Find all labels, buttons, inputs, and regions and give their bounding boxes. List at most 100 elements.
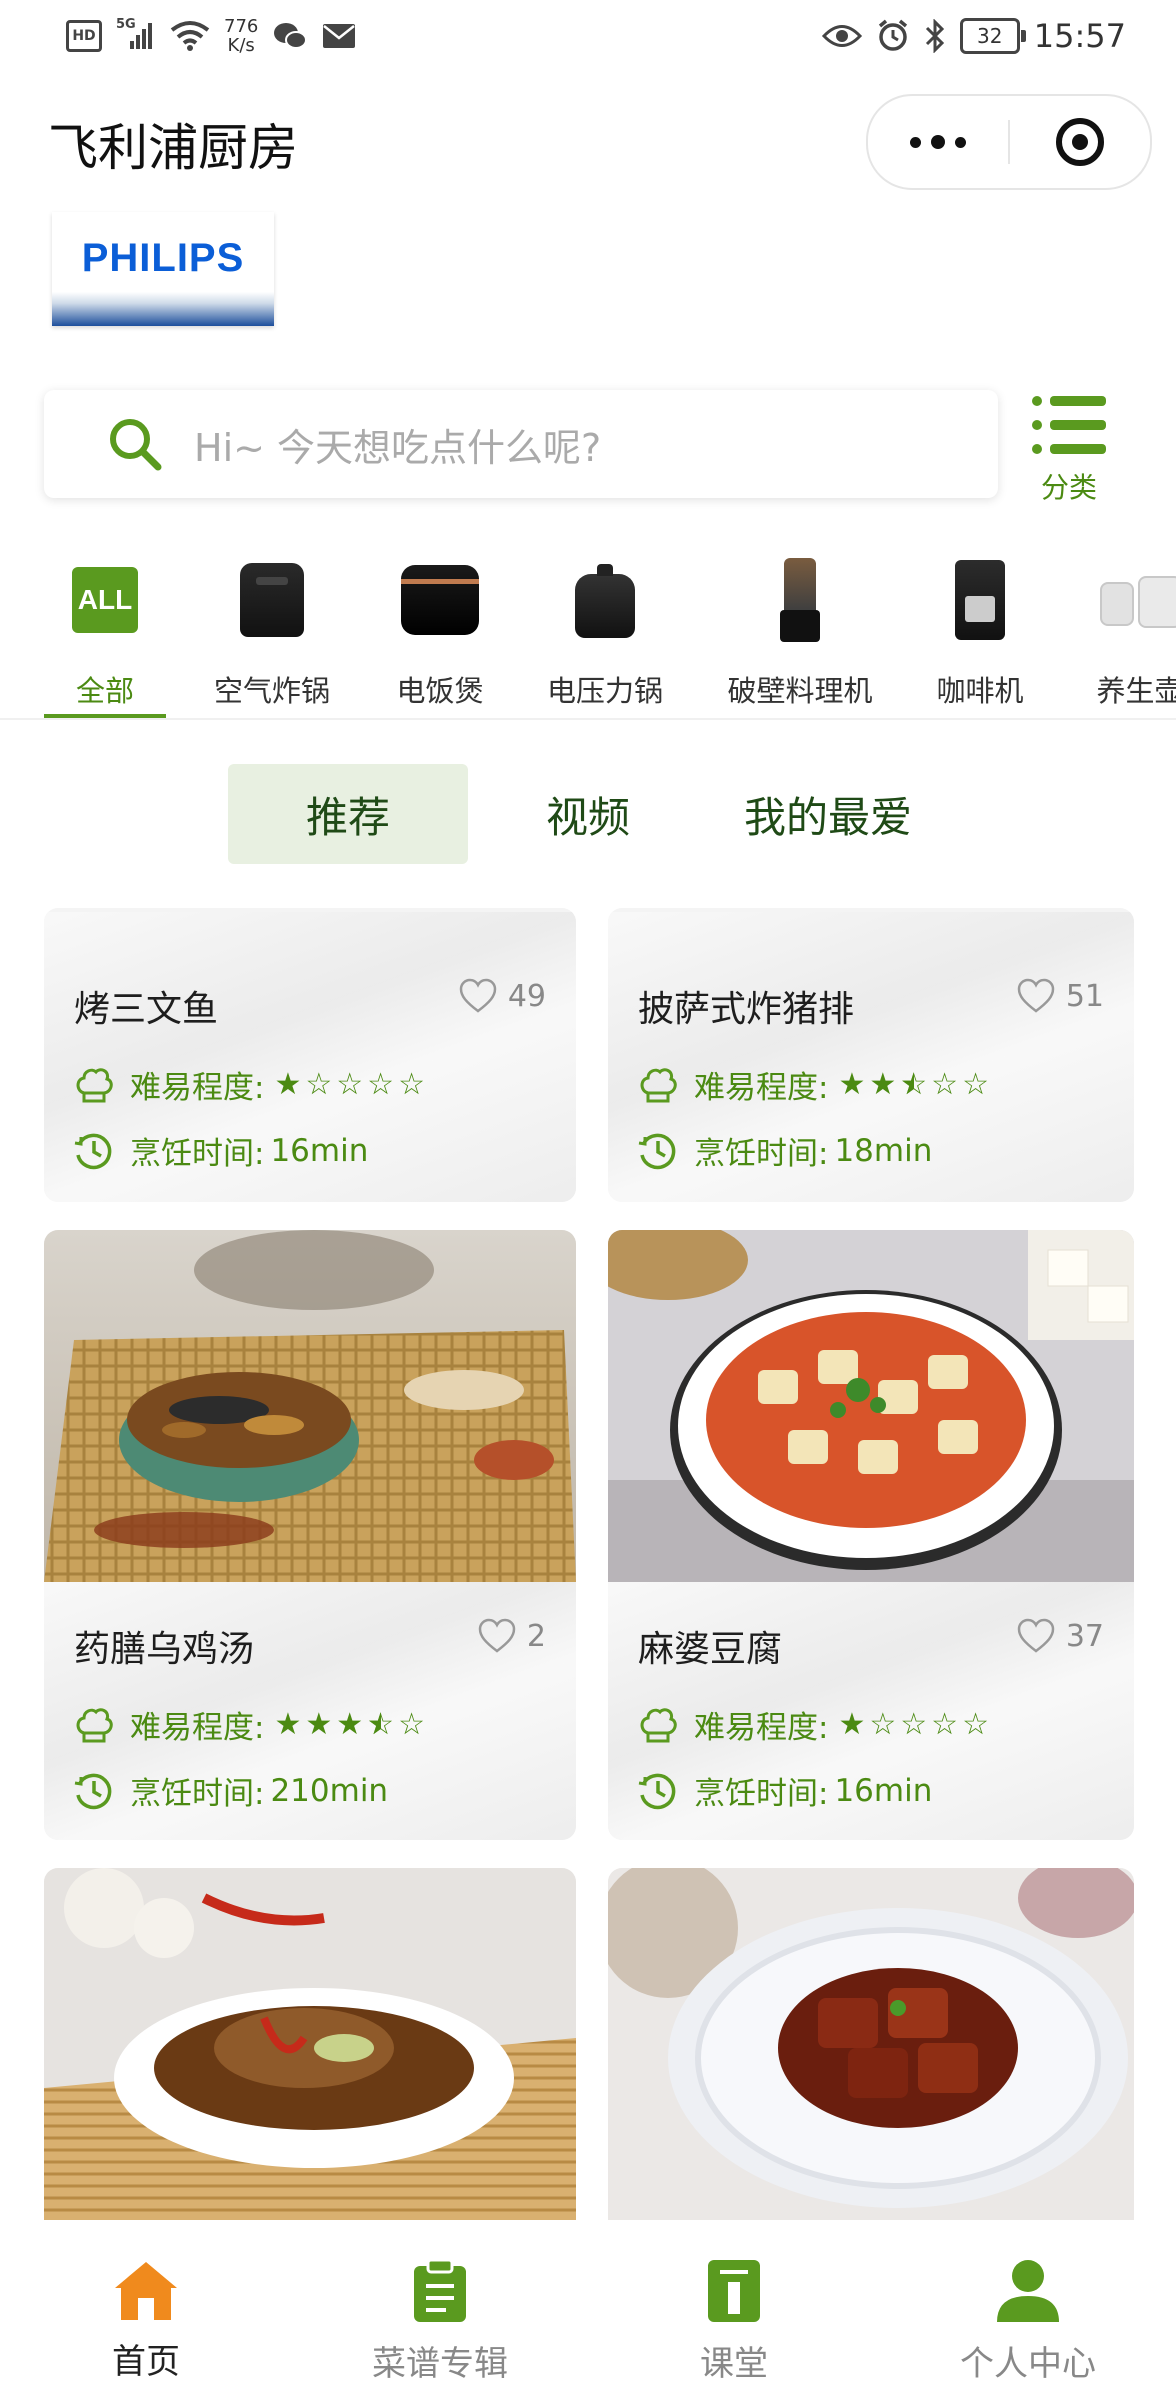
recipe-card[interactable]: 烤三文鱼 49 难易程度: ★ ☆ ☆ ☆ ☆ 烹饪时间: 16min <box>44 908 576 1202</box>
air-fryer-icon <box>240 563 304 637</box>
network-speed: 776 K/s <box>224 17 258 55</box>
clock-icon <box>74 1773 112 1809</box>
difficulty-stars: ★★☆★☆☆ <box>838 1066 989 1102</box>
status-bar: HD 5G 776 K/s 32 15:57 <box>0 0 1176 72</box>
time-label: 烹饪时间: <box>130 1776 265 1812</box>
like-count: 2 <box>526 1618 546 1654</box>
target-icon <box>1056 118 1104 166</box>
recipe-photo <box>44 1868 576 2220</box>
difficulty-stars: ★★★☆★☆ <box>274 1706 425 1742</box>
nav-label: 首页 <box>112 2342 180 2382</box>
card-body: 披萨式炸猪排 51 难易程度: ★★☆★☆☆ 烹饪时间: 18min <box>608 908 1134 1202</box>
category-tab-rice-cooker[interactable]: 电饭煲 <box>380 550 500 710</box>
recipe-card[interactable]: 披萨式炸猪排 51 难易程度: ★★☆★☆☆ 烹饪时间: 18min <box>608 908 1134 1202</box>
chef-hat-icon <box>640 1707 677 1742</box>
classroom-icon <box>708 2260 760 2322</box>
like-button[interactable]: 37 <box>1016 1618 1104 1654</box>
like-button[interactable]: 51 <box>1016 978 1104 1014</box>
tab-recommend[interactable]: 推荐 <box>228 764 468 864</box>
recipe-title: 披萨式炸猪排 <box>638 989 855 1030</box>
cook-time: 210min <box>270 1772 389 1809</box>
recipe-photo <box>44 1230 576 1582</box>
cook-time: 18min <box>834 1132 933 1169</box>
coffee-machine-icon <box>955 560 1005 640</box>
category-button[interactable]: 分类 <box>1026 392 1112 512</box>
cook-time: 16min <box>270 1132 369 1169</box>
nav-label: 菜谱专辑 <box>372 2344 508 2384</box>
nav-label: 课堂 <box>700 2344 768 2384</box>
category-tab-pressure-cooker[interactable]: 电压力锅 <box>535 550 675 710</box>
category-tab-blender[interactable]: 破壁料理机 <box>720 550 880 710</box>
content-tabs: 推荐 视频 我的最爱 <box>0 764 1176 864</box>
speed-unit: K/s <box>227 35 255 56</box>
star-half-icon: ☆★ <box>367 1706 395 1742</box>
recipe-card[interactable]: 麻婆豆腐 37 难易程度: ★ ☆ ☆ ☆ ☆ 烹饪时间: 16min <box>608 1230 1134 1840</box>
miniprogram-capsule <box>866 94 1152 190</box>
difficulty-row: 难易程度: ★★☆★☆☆ <box>636 1062 989 1107</box>
status-left: HD 5G 776 K/s <box>66 14 356 58</box>
wechat-icon <box>274 23 308 49</box>
recipe-card[interactable] <box>44 1868 576 2248</box>
difficulty-label: 难易程度: <box>130 1710 265 1746</box>
logo-text: PHILIPS <box>81 236 245 280</box>
alarm-icon <box>878 19 907 51</box>
bluetooth-icon <box>925 19 944 53</box>
nav-home[interactable]: 首页 <box>46 2258 246 2383</box>
star-empty-icon: ☆ <box>398 1706 425 1742</box>
search-input[interactable]: Hi~ 今天想吃点什么呢? <box>194 417 601 472</box>
nav-profile[interactable]: 个人中心 <box>928 2258 1128 2385</box>
tab-favorites[interactable]: 我的最爱 <box>708 764 948 864</box>
difficulty-stars: ★ ☆ ☆ ☆ ☆ <box>274 1066 425 1102</box>
pressure-cooker-icon <box>575 564 635 638</box>
difficulty-row: 难易程度: ★★★☆★☆ <box>72 1702 425 1747</box>
eye-icon <box>821 25 862 47</box>
close-button[interactable] <box>1010 118 1150 166</box>
page-title: 飞利浦厨房 <box>48 119 298 177</box>
like-button[interactable]: 2 <box>477 1618 546 1654</box>
all-icon: ALL <box>72 567 138 633</box>
star-full-icon: ★ <box>305 1706 333 1742</box>
category-label: 电饭煲 <box>396 674 484 708</box>
category-label: 养生壶 <box>1096 674 1176 708</box>
star-empty-icon: ☆ <box>962 1066 989 1102</box>
heart-icon <box>1017 1618 1055 1653</box>
battery-level: 32 <box>977 24 1003 48</box>
list-icon <box>1032 392 1106 458</box>
hd-indicator: HD <box>66 20 102 52</box>
tab-video[interactable]: 视频 <box>508 764 668 864</box>
heart-icon <box>1017 978 1055 1013</box>
mail-icon <box>323 24 356 48</box>
nav-classroom[interactable]: 课堂 <box>634 2258 834 2385</box>
philips-logo: PHILIPS <box>52 212 274 326</box>
time-label: 烹饪时间: <box>694 1776 829 1812</box>
nav-label: 个人中心 <box>960 2344 1096 2384</box>
recipe-card[interactable]: 药膳乌鸡汤 2 难易程度: ★★★☆★☆ 烹饪时间: 210min <box>44 1230 576 1840</box>
nav-recipes[interactable]: 菜谱专辑 <box>340 2258 540 2385</box>
card-body: 药膳乌鸡汤 2 难易程度: ★★★☆★☆ 烹饪时间: 210min <box>44 1582 576 1840</box>
battery-icon: 32 <box>959 18 1026 54</box>
difficulty-stars: ★ ☆ ☆ ☆ ☆ <box>838 1706 989 1742</box>
recipe-photo <box>608 1230 1134 1582</box>
category-tab-kettle[interactable]: 养生壶 <box>1080 550 1176 710</box>
star-full-icon: ★ <box>336 1706 364 1742</box>
search-bar[interactable]: Hi~ 今天想吃点什么呢? <box>44 390 998 498</box>
category-label: 电压力锅 <box>546 674 663 708</box>
more-dot <box>931 135 945 149</box>
category-tab-all[interactable]: ALL 全部 <box>44 550 166 710</box>
star-empty-icon: ☆ <box>962 1706 989 1742</box>
recipe-card[interactable] <box>608 1868 1134 2248</box>
more-button[interactable] <box>868 96 1008 188</box>
like-button[interactable]: 49 <box>458 978 546 1014</box>
status-right: 32 15:57 <box>821 14 1126 58</box>
home-icon <box>115 2262 177 2320</box>
category-tab-coffee-machine[interactable]: 咖啡机 <box>920 550 1040 710</box>
user-icon <box>997 2260 1059 2322</box>
star-empty-icon: ☆ <box>869 1706 897 1742</box>
star-empty-icon: ☆ <box>398 1066 425 1102</box>
appliance-tabs: ALL 全部 空气炸锅 电饭煲 电压力锅 破壁料理机 咖啡机 养生壶 <box>0 550 1176 720</box>
time-row: 烹饪时间: 16min <box>636 1768 932 1813</box>
like-count: 37 <box>1065 1618 1104 1654</box>
star-empty-icon: ☆ <box>900 1706 928 1742</box>
time-row: 烹饪时间: 18min <box>636 1128 932 1173</box>
category-tab-air-fryer[interactable]: 空气炸锅 <box>202 550 342 710</box>
